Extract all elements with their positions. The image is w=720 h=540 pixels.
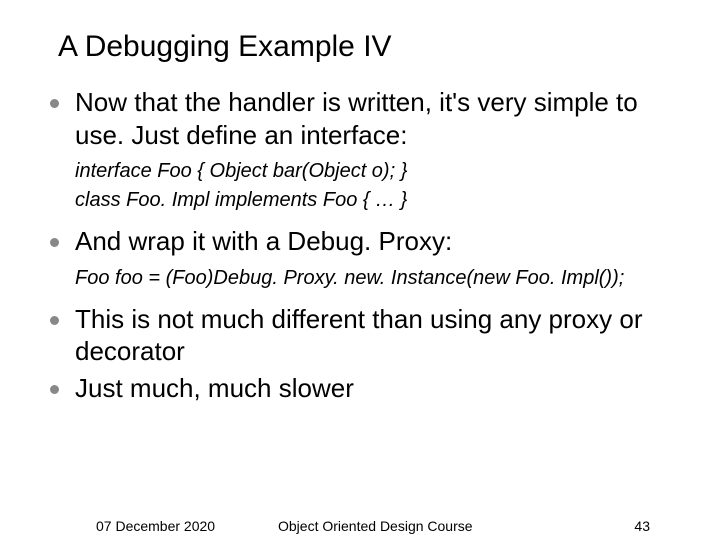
slide-title: A Debugging Example IV <box>58 30 670 64</box>
bullet-icon <box>50 316 59 325</box>
bullet-icon <box>50 385 59 394</box>
footer-date: 07 December 2020 <box>96 518 215 534</box>
bullet-text: And wrap it with a Debug. Proxy: <box>75 225 452 258</box>
bullet-item: Just much, much slower <box>50 372 670 405</box>
bullet-item: Now that the handler is written, it's ve… <box>50 86 670 151</box>
bullet-item: This is not much different than using an… <box>50 303 670 368</box>
code-line: class Foo. Impl implements Foo { … } <box>75 186 670 215</box>
code-block: interface Foo { Object bar(Object o); } … <box>75 157 670 215</box>
code-line: interface Foo { Object bar(Object o); } <box>75 157 670 186</box>
bullet-icon <box>50 238 59 247</box>
bullet-text: Just much, much slower <box>75 372 354 405</box>
code-line: Foo foo = (Foo)Debug. Proxy. new. Instan… <box>75 264 670 293</box>
footer-course: Object Oriented Design Course <box>278 518 473 534</box>
bullet-text: This is not much different than using an… <box>75 303 670 368</box>
bullet-text: Now that the handler is written, it's ve… <box>75 86 670 151</box>
slide: A Debugging Example IV Now that the hand… <box>0 0 720 404</box>
bullet-icon <box>50 99 59 108</box>
code-block: Foo foo = (Foo)Debug. Proxy. new. Instan… <box>75 264 670 293</box>
bullet-item: And wrap it with a Debug. Proxy: <box>50 225 670 258</box>
footer-page-number: 43 <box>634 518 650 534</box>
